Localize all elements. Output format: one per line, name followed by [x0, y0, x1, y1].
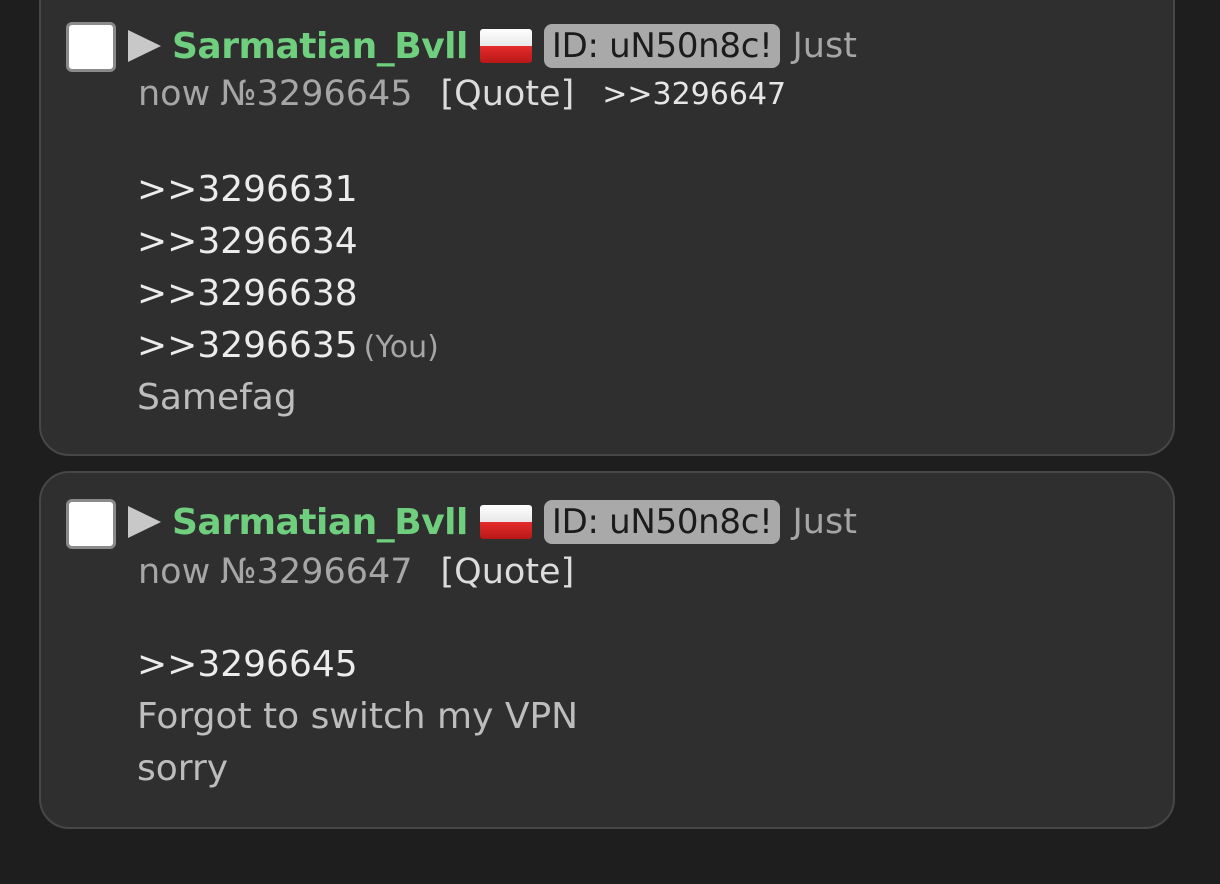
post-number[interactable]: №3296647: [220, 552, 412, 592]
poland-flag-icon: [479, 29, 532, 63]
poland-flag-icon: [479, 505, 532, 539]
post-text-line: Forgot to switch my VPN: [137, 696, 579, 737]
post-select-checkbox[interactable]: [66, 499, 116, 549]
post-header: Sarmatian_Bvll ID: uN50n8c! Just: [128, 496, 857, 548]
post-time-part: now: [138, 74, 211, 114]
quote-line: >>3296635 (You): [137, 320, 439, 372]
quote-reference[interactable]: >>3296635: [137, 325, 358, 366]
poster-name[interactable]: Sarmatian_Bvll: [172, 26, 468, 67]
post-time-part: Just: [792, 26, 857, 66]
post-text-line: sorry: [137, 748, 229, 789]
post-header: Sarmatian_Bvll ID: uN50n8c! Just: [128, 20, 857, 72]
expand-arrow-icon[interactable]: [128, 506, 161, 538]
expand-arrow-icon[interactable]: [128, 30, 161, 62]
poster-id-badge[interactable]: ID: uN50n8c!: [543, 500, 781, 544]
quote-reference[interactable]: >>3296638: [137, 268, 439, 320]
you-marker: (You): [363, 330, 439, 365]
post-time-part: now: [138, 552, 211, 592]
quote-reference[interactable]: >>3296634: [137, 216, 439, 268]
quote-reference[interactable]: >>3296645: [137, 639, 578, 691]
reply-backlink[interactable]: >>3296647: [602, 77, 786, 112]
quote-link[interactable]: [Quote]: [441, 74, 575, 114]
post-card: Sarmatian_Bvll ID: uN50n8c! Just now №32…: [39, 0, 1175, 456]
post-body: >>3296645 Forgot to switch my VPN sorry: [137, 639, 578, 795]
post-text-line: Samefag: [137, 377, 297, 418]
post-card: Sarmatian_Bvll ID: uN50n8c! Just now №32…: [39, 471, 1175, 829]
poster-name[interactable]: Sarmatian_Bvll: [172, 502, 468, 543]
post-select-checkbox[interactable]: [66, 22, 116, 72]
quote-link[interactable]: [Quote]: [441, 552, 575, 592]
post-time-part: Just: [792, 502, 857, 542]
poster-id-badge[interactable]: ID: uN50n8c!: [543, 24, 781, 68]
post-meta: now №3296645 [Quote] >>3296647: [138, 74, 786, 114]
quote-reference[interactable]: >>3296631: [137, 164, 439, 216]
post-body: >>3296631 >>3296634 >>3296638 >>3296635(…: [137, 164, 439, 424]
post-number[interactable]: №3296645: [220, 74, 412, 114]
post-meta: now №3296647 [Quote]: [138, 552, 574, 592]
